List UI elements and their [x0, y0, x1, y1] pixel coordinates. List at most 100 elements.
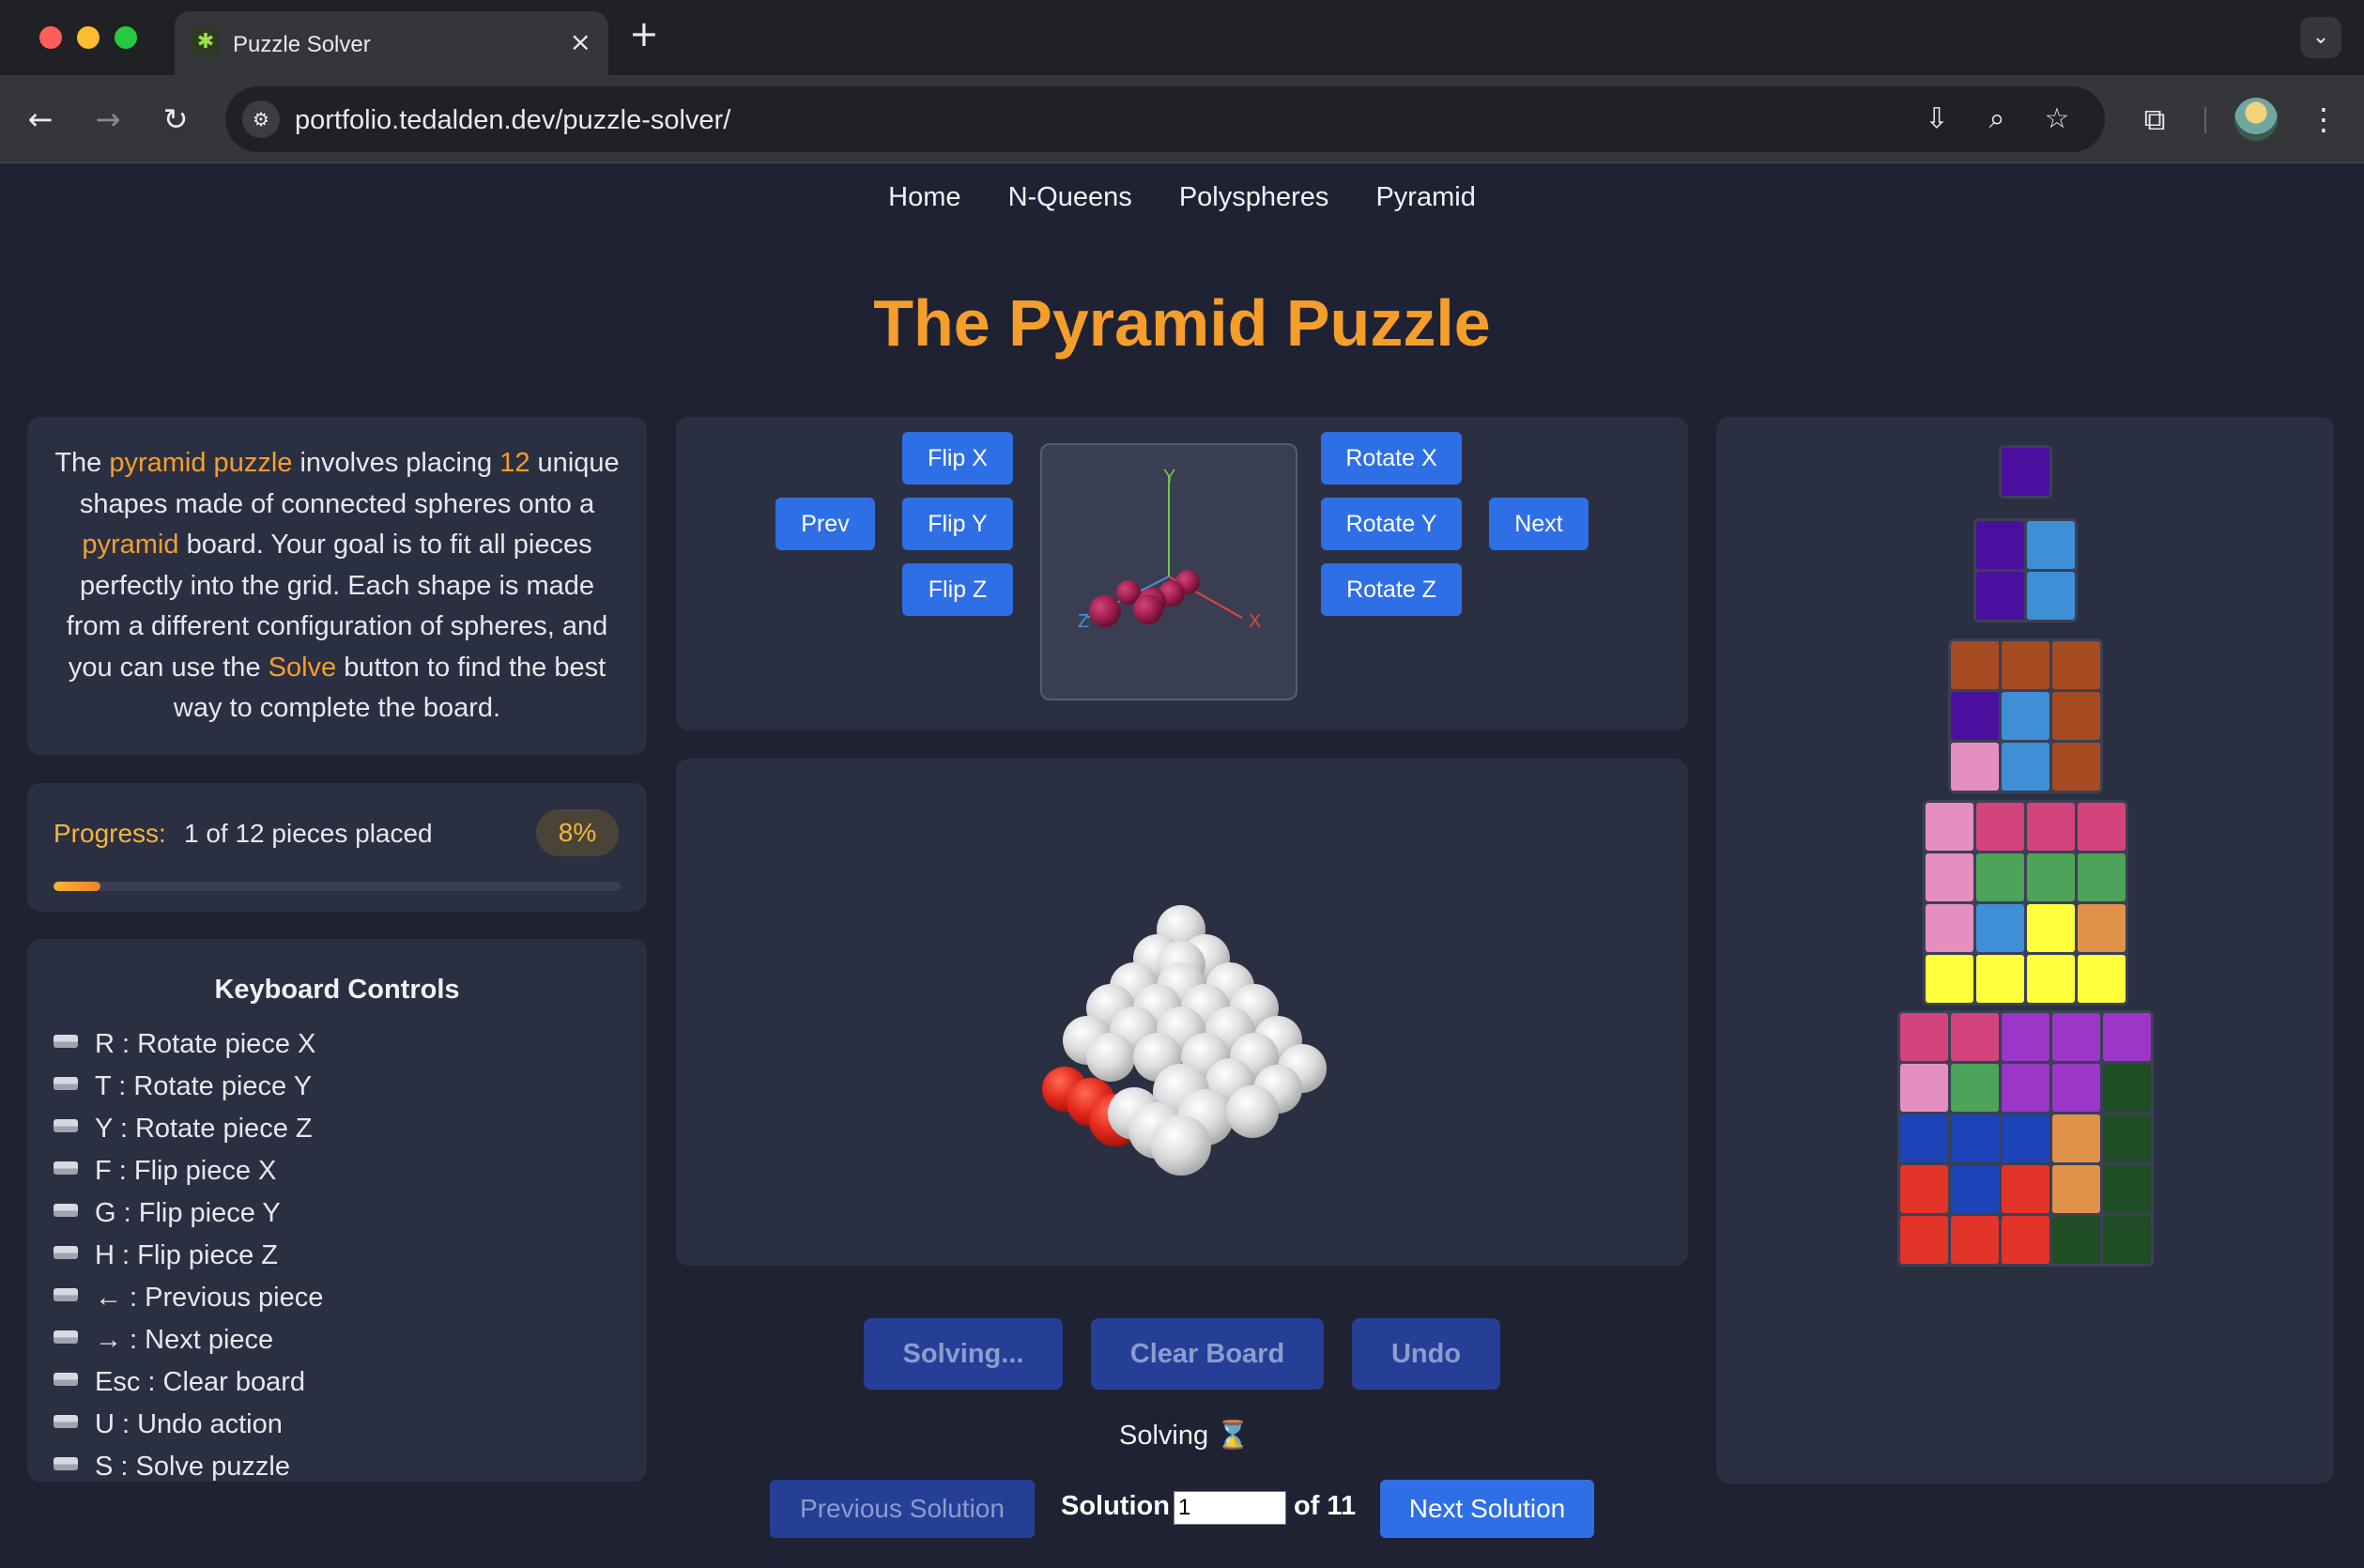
intro-highlight-pyramid: pyramid [82, 530, 179, 560]
browser-toolbar: ← → ↻ ⚙ portfolio.tedalden.dev/puzzle-so… [0, 75, 2364, 163]
layer-cell [2002, 1013, 2049, 1061]
layer-cell [2002, 692, 2049, 740]
url-text[interactable]: portfolio.tedalden.dev/puzzle-solver/ [295, 105, 730, 136]
tab-close-icon[interactable]: × [570, 26, 591, 57]
browser-tab-strip: ✱ Puzzle Solver × + ⌄ [0, 0, 2364, 75]
piece-sphere [1133, 594, 1163, 624]
layer-cell [2078, 904, 2126, 952]
keyboard-control-item: F : Flip piece X [54, 1150, 323, 1192]
layer-cell [2103, 1115, 2151, 1162]
toolbar-divider [2204, 107, 2206, 133]
layer-cell [1900, 1115, 1948, 1162]
install-app-icon[interactable]: ⇩ [1917, 100, 1957, 139]
bookmark-star-icon[interactable]: ☆ [2037, 100, 2077, 139]
piece-preview-canvas[interactable]: Y X Z [1040, 443, 1297, 700]
keyboard-control-item: S : Solve puzzle [54, 1446, 323, 1488]
pyramid-board-canvas[interactable] [676, 759, 1688, 1266]
keyboard-control-item: Esc : Clear board [54, 1361, 323, 1404]
solve-button[interactable]: Solving... [864, 1318, 1063, 1390]
nav-link-n-queens[interactable]: N-Queens [1008, 182, 1132, 212]
layer-cell [2052, 743, 2100, 791]
pyramid-layer-3 [1948, 638, 2103, 793]
next-piece-button[interactable]: Next [1489, 498, 1589, 550]
layer-cell [2027, 904, 2075, 952]
browser-tab[interactable]: ✱ Puzzle Solver × [175, 11, 608, 75]
back-arrow-icon[interactable]: ← [19, 98, 62, 141]
clear-board-button[interactable]: Clear Board [1091, 1318, 1324, 1390]
undo-button[interactable]: Undo [1352, 1318, 1500, 1390]
layer-cell [2002, 641, 2049, 689]
rotate-z-button[interactable]: Rotate Z [1321, 563, 1462, 616]
keyboard-control-item: R : Rotate piece X [54, 1023, 323, 1066]
rotate-y-button[interactable]: Rotate Y [1321, 498, 1462, 550]
layer-cell [1951, 692, 1999, 740]
layer-cell [2052, 1115, 2100, 1162]
layer-cell [2002, 1165, 2049, 1213]
layer-cell [2103, 1064, 2151, 1112]
layer-cell [1951, 1165, 1999, 1213]
piece-sphere [1089, 595, 1121, 627]
progress-text: 1 of 12 pieces placed [184, 819, 433, 848]
board-spheres [1042, 905, 1327, 1176]
layer-cell [2002, 1115, 2049, 1162]
site-info-icon[interactable]: ⚙ [242, 100, 280, 138]
layer-cell [1951, 1064, 1999, 1112]
solution-number-input[interactable] [1174, 1491, 1286, 1525]
more-menu-icon[interactable]: ⋮ [2302, 98, 2345, 141]
intro-highlight-solve: Solve [268, 652, 337, 683]
next-solution-button[interactable]: Next Solution [1380, 1480, 1594, 1538]
pyramid-layer-2 [1973, 518, 2078, 623]
forward-arrow-icon[interactable]: → [86, 98, 130, 141]
intro-text-part: involves placing [292, 448, 500, 478]
layer-cell [1900, 1064, 1948, 1112]
layer-cell [2027, 803, 2075, 851]
nav-link-home[interactable]: Home [888, 182, 960, 212]
flip-x-button[interactable]: Flip X [902, 432, 1013, 484]
solver-status: Solving ⌛ [1119, 1421, 1251, 1451]
nav-link-pyramid[interactable]: Pyramid [1375, 182, 1475, 212]
z-axis-label: Z [1078, 611, 1089, 632]
zoom-icon[interactable]: ⌕ [1977, 100, 2017, 139]
keyboard-icon [54, 1076, 78, 1090]
keyboard-controls-panel: Keyboard Controls R : Rotate piece X T :… [27, 939, 647, 1482]
page-title: The Pyramid Puzzle [873, 286, 1491, 360]
layer-cell [2103, 1216, 2151, 1264]
new-tab-button[interactable]: + [629, 15, 659, 53]
flip-y-button[interactable]: Flip Y [902, 498, 1013, 550]
progress-bar [54, 882, 621, 891]
layer-cell [1900, 1013, 1948, 1061]
keyboard-control-item: ← : Previous piece [54, 1277, 323, 1319]
tab-search-chevron-icon[interactable]: ⌄ [2300, 17, 2341, 58]
keyboard-icon [54, 1287, 78, 1301]
keyboard-icon [54, 1118, 78, 1132]
reload-icon[interactable]: ↻ [154, 98, 197, 141]
intro-highlight-pyramid-puzzle: pyramid puzzle [109, 448, 293, 478]
layer-cell [2078, 803, 2126, 851]
keyboard-control-text: F : Flip piece X [95, 1156, 277, 1186]
progress-percent-badge: 8% [536, 809, 619, 856]
profile-avatar[interactable] [2234, 98, 2278, 141]
layer-cell [2052, 641, 2100, 689]
keyboard-controls-list: R : Rotate piece X T : Rotate piece Y Y … [54, 1023, 323, 1488]
prev-piece-button[interactable]: Prev [775, 498, 875, 550]
keyboard-icon [54, 1161, 78, 1175]
progress-panel: Progress: 1 of 12 pieces placed 8% [27, 783, 647, 912]
window-close-button[interactable] [39, 26, 62, 49]
rotate-x-button[interactable]: Rotate X [1321, 432, 1462, 484]
keyboard-control-item: Y : Rotate piece Z [54, 1108, 323, 1150]
keyboard-icon [54, 1456, 78, 1470]
layer-cell [2002, 1064, 2049, 1112]
layer-cell [1976, 572, 2024, 620]
flip-z-button[interactable]: Flip Z [902, 563, 1013, 616]
nav-link-polyspheres[interactable]: Polyspheres [1179, 182, 1329, 212]
window-minimize-button[interactable] [77, 26, 100, 49]
intro-panel: The pyramid puzzle involves placing 12 u… [27, 417, 647, 755]
layer-cell [1951, 1216, 1999, 1264]
address-bar[interactable]: ⚙ portfolio.tedalden.dev/puzzle-solver/ … [225, 86, 2105, 152]
layer-cell [1926, 904, 1973, 952]
window-maximize-button[interactable] [115, 26, 137, 49]
previous-solution-button[interactable]: Previous Solution [770, 1480, 1035, 1538]
keyboard-control-text: Y : Rotate piece Z [95, 1114, 313, 1144]
layer-cell [1926, 955, 1973, 1003]
extensions-icon[interactable]: ⧉ [2133, 98, 2176, 141]
